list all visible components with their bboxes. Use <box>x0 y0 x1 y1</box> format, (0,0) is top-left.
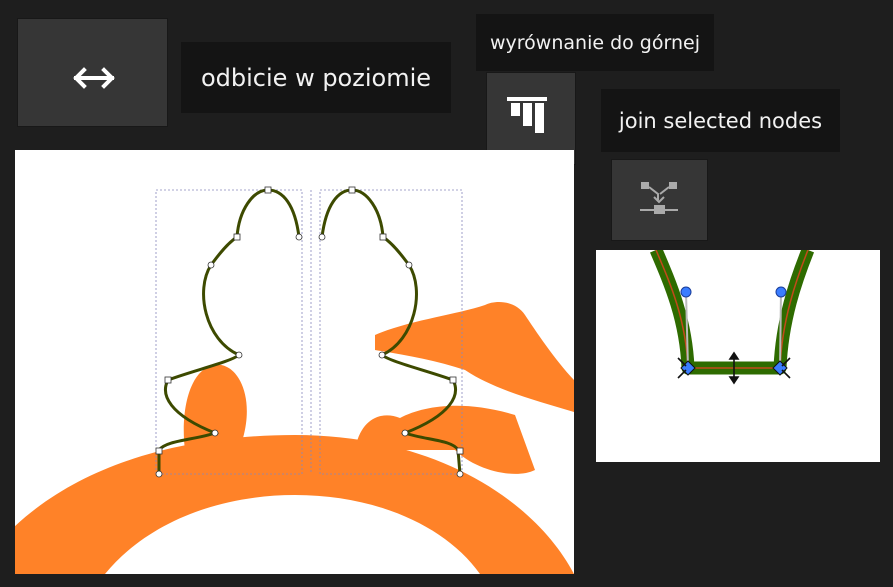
join-nodes-button[interactable] <box>611 159 708 241</box>
orange-shape <box>15 302 574 574</box>
join-nodes-icon <box>640 182 678 214</box>
double-arrow-horizontal-icon <box>73 67 115 89</box>
flip-horizontal-tooltip: odbicie w poziomie <box>181 42 451 113</box>
canvas-join-preview <box>596 250 880 462</box>
align-top-tooltip: wyrównanie do górnej <box>476 14 714 71</box>
control-handle-left[interactable] <box>680 286 692 298</box>
canvas-flip-preview <box>15 150 574 574</box>
flip-horizontal-button[interactable] <box>17 18 168 127</box>
join-nodes-tooltip: join selected nodes <box>601 89 840 152</box>
control-handle-right[interactable] <box>775 286 787 298</box>
